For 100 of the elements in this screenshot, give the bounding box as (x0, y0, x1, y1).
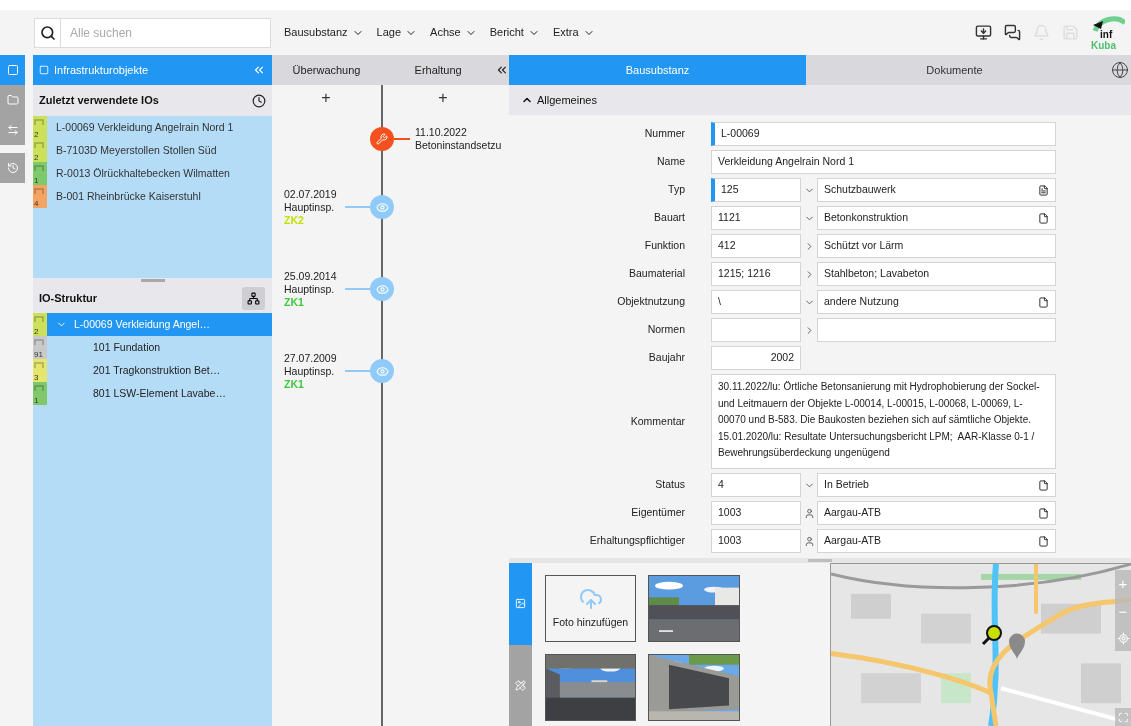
text-field[interactable]: Verkleidung Angelrain Nord 1 (711, 150, 1056, 174)
add-button[interactable]: + (380, 86, 506, 110)
bracket-icon (34, 385, 44, 391)
tree-item[interactable]: 2 L-00069 Verkleidung Angel… (33, 313, 272, 336)
column-header: Erhaltung (413, 62, 463, 78)
tree-item-label: 201 Tragkonstruktion Bet… (93, 362, 221, 378)
value-field[interactable]: andere Nutzung (817, 290, 1056, 314)
code-field[interactable]: 412 (711, 234, 801, 258)
list-item[interactable]: 4 B-001 Rheinbrücke Kaiserstuhl (33, 185, 272, 208)
search-icon (39, 24, 56, 41)
side-tab[interactable] (0, 85, 25, 115)
image-icon (515, 598, 526, 610)
search-input[interactable]: Alle suchen (70, 23, 260, 42)
section-toggle[interactable]: Allgemeines (509, 85, 1131, 115)
section-title: IO-Struktur (39, 290, 98, 306)
side-tab[interactable] (0, 55, 25, 85)
tools-icon (515, 679, 526, 691)
field-label: Bauart (653, 210, 685, 226)
event-label: Hauptinsp. (284, 282, 336, 296)
globe-icon[interactable] (1111, 61, 1129, 79)
code-field[interactable]: 1215; 1216 (711, 262, 801, 286)
panel-title: Infrastrukturobjekte (54, 62, 149, 78)
tree-item[interactable]: 91 101 Fundation (33, 336, 272, 359)
value-field[interactable]: Stahlbeton; Lavabeton (817, 262, 1056, 286)
location-marker-icon[interactable] (981, 624, 1003, 646)
value-field[interactable]: Schutzbauwerk (817, 178, 1056, 202)
code-field[interactable]: 4 (711, 473, 801, 497)
menu-item[interactable]: Extra (547, 24, 600, 41)
menu-item[interactable]: Lage (371, 24, 423, 41)
side-tab[interactable] (509, 563, 532, 645)
code-field[interactable]: 1003 (711, 501, 801, 525)
document-icon[interactable] (1038, 507, 1049, 519)
event-date: 02.07.2019 (284, 187, 338, 201)
document-icon[interactable] (1038, 296, 1049, 308)
field-label: Name (656, 154, 685, 170)
swap-arrows-icon (6, 124, 19, 136)
side-tab[interactable] (0, 115, 25, 145)
code-field[interactable] (711, 318, 801, 342)
badge-number: 2 (34, 327, 39, 336)
number-field[interactable]: 2002 (711, 346, 801, 370)
field-label: Normen (646, 322, 685, 338)
fullscreen-icon[interactable] (1117, 711, 1129, 723)
field-label: Funktion (643, 238, 685, 254)
tree-item[interactable]: 3 201 Tragkonstruktion Bet… (33, 359, 272, 382)
square-icon (6, 64, 19, 76)
value-field[interactable]: Aargau-ATB (817, 501, 1056, 525)
list-item-label: B-7103D Meyerstollen Stollen Süd (56, 142, 217, 158)
splitter-handle[interactable] (808, 559, 832, 562)
folder-icon (6, 94, 19, 106)
history-icon (6, 162, 19, 174)
add-button[interactable]: + (272, 86, 380, 110)
tab[interactable]: Dokumente (806, 55, 1103, 85)
code-field[interactable]: \ (711, 290, 801, 314)
badge-number: 1 (34, 176, 39, 185)
value-field[interactable]: In Betrieb (817, 473, 1056, 497)
person-icon[interactable] (803, 507, 815, 519)
bracket-icon (34, 316, 44, 322)
code-field[interactable]: 1121 (711, 206, 801, 230)
badge-number: 1 (34, 396, 39, 405)
person-icon[interactable] (803, 535, 815, 547)
value-field[interactable]: Aargau-ATB (817, 529, 1056, 553)
value-field[interactable]: Betonkonstruktion (817, 206, 1056, 230)
value-field[interactable] (817, 318, 1056, 342)
list-item[interactable]: 2 B-7103D Meyerstollen Stollen Süd (33, 139, 272, 162)
event-label: Betoninstandsetzu (415, 138, 502, 152)
logo-text: inf (1100, 29, 1113, 40)
bracket-icon (34, 188, 44, 194)
list-item[interactable]: 2 L-00069 Verkleidung Angelrain Nord 1 (33, 116, 272, 139)
locate-icon[interactable] (1116, 632, 1130, 645)
field-label: Typ (667, 182, 685, 198)
code-field[interactable]: 125 (711, 178, 801, 202)
search-field[interactable]: Alle suchen (34, 17, 271, 48)
clock-icon[interactable] (252, 93, 266, 108)
tree-view-button[interactable] (242, 286, 265, 310)
tree-item[interactable]: 1 801 LSW-Element Lavabe… (33, 382, 272, 405)
badge-number: 2 (34, 130, 39, 139)
square-icon (39, 65, 49, 75)
bracket-icon (34, 165, 44, 171)
collapse-icon[interactable] (495, 63, 509, 77)
side-tab[interactable] (0, 153, 25, 183)
condition-rating: ZK2 (284, 213, 304, 227)
text-field[interactable]: L-00069 (711, 122, 1056, 146)
list-item[interactable]: 1 R-0013 Ölrückhaltebecken Wilmatten (33, 162, 272, 185)
splitter-handle[interactable] (140, 279, 165, 282)
document-icon[interactable] (1038, 212, 1049, 224)
menu-item[interactable]: Achse (425, 24, 482, 41)
monitor-download-icon[interactable] (975, 24, 992, 41)
code-field[interactable]: 1003 (711, 529, 801, 553)
document-icon[interactable] (1038, 535, 1049, 547)
eye-icon (375, 200, 389, 214)
menu-item[interactable]: Bericht (484, 24, 545, 41)
upload-photo-button[interactable]: Foto hinzufügen (545, 575, 636, 642)
side-tab[interactable] (509, 644, 532, 726)
menu-item[interactable]: Bausubstanz (279, 24, 369, 41)
event-date: 25.09.2014 (284, 269, 338, 283)
chat-icon[interactable] (1004, 24, 1021, 41)
comment-field[interactable]: 30.11.2022/lu: Örtliche Betonsanierung mit Hydrophobierung der Sockel- und Leitmauern der Objekte L-00014, L-00015, L-00068, L-00069, L-00070 und B-583. Die Baukosten beziehen sich auf sämtliche Objekte. 15.01.2020/lu: Resultate Untersuchungsbericht LPM; AAR-Klasse 0-1 / Bewehrungsüberdeckung ungenügend (711, 374, 1056, 469)
document-icon[interactable] (1038, 184, 1049, 196)
document-icon[interactable] (1038, 479, 1049, 491)
value-field[interactable]: Schützt vor Lärm (817, 234, 1056, 258)
